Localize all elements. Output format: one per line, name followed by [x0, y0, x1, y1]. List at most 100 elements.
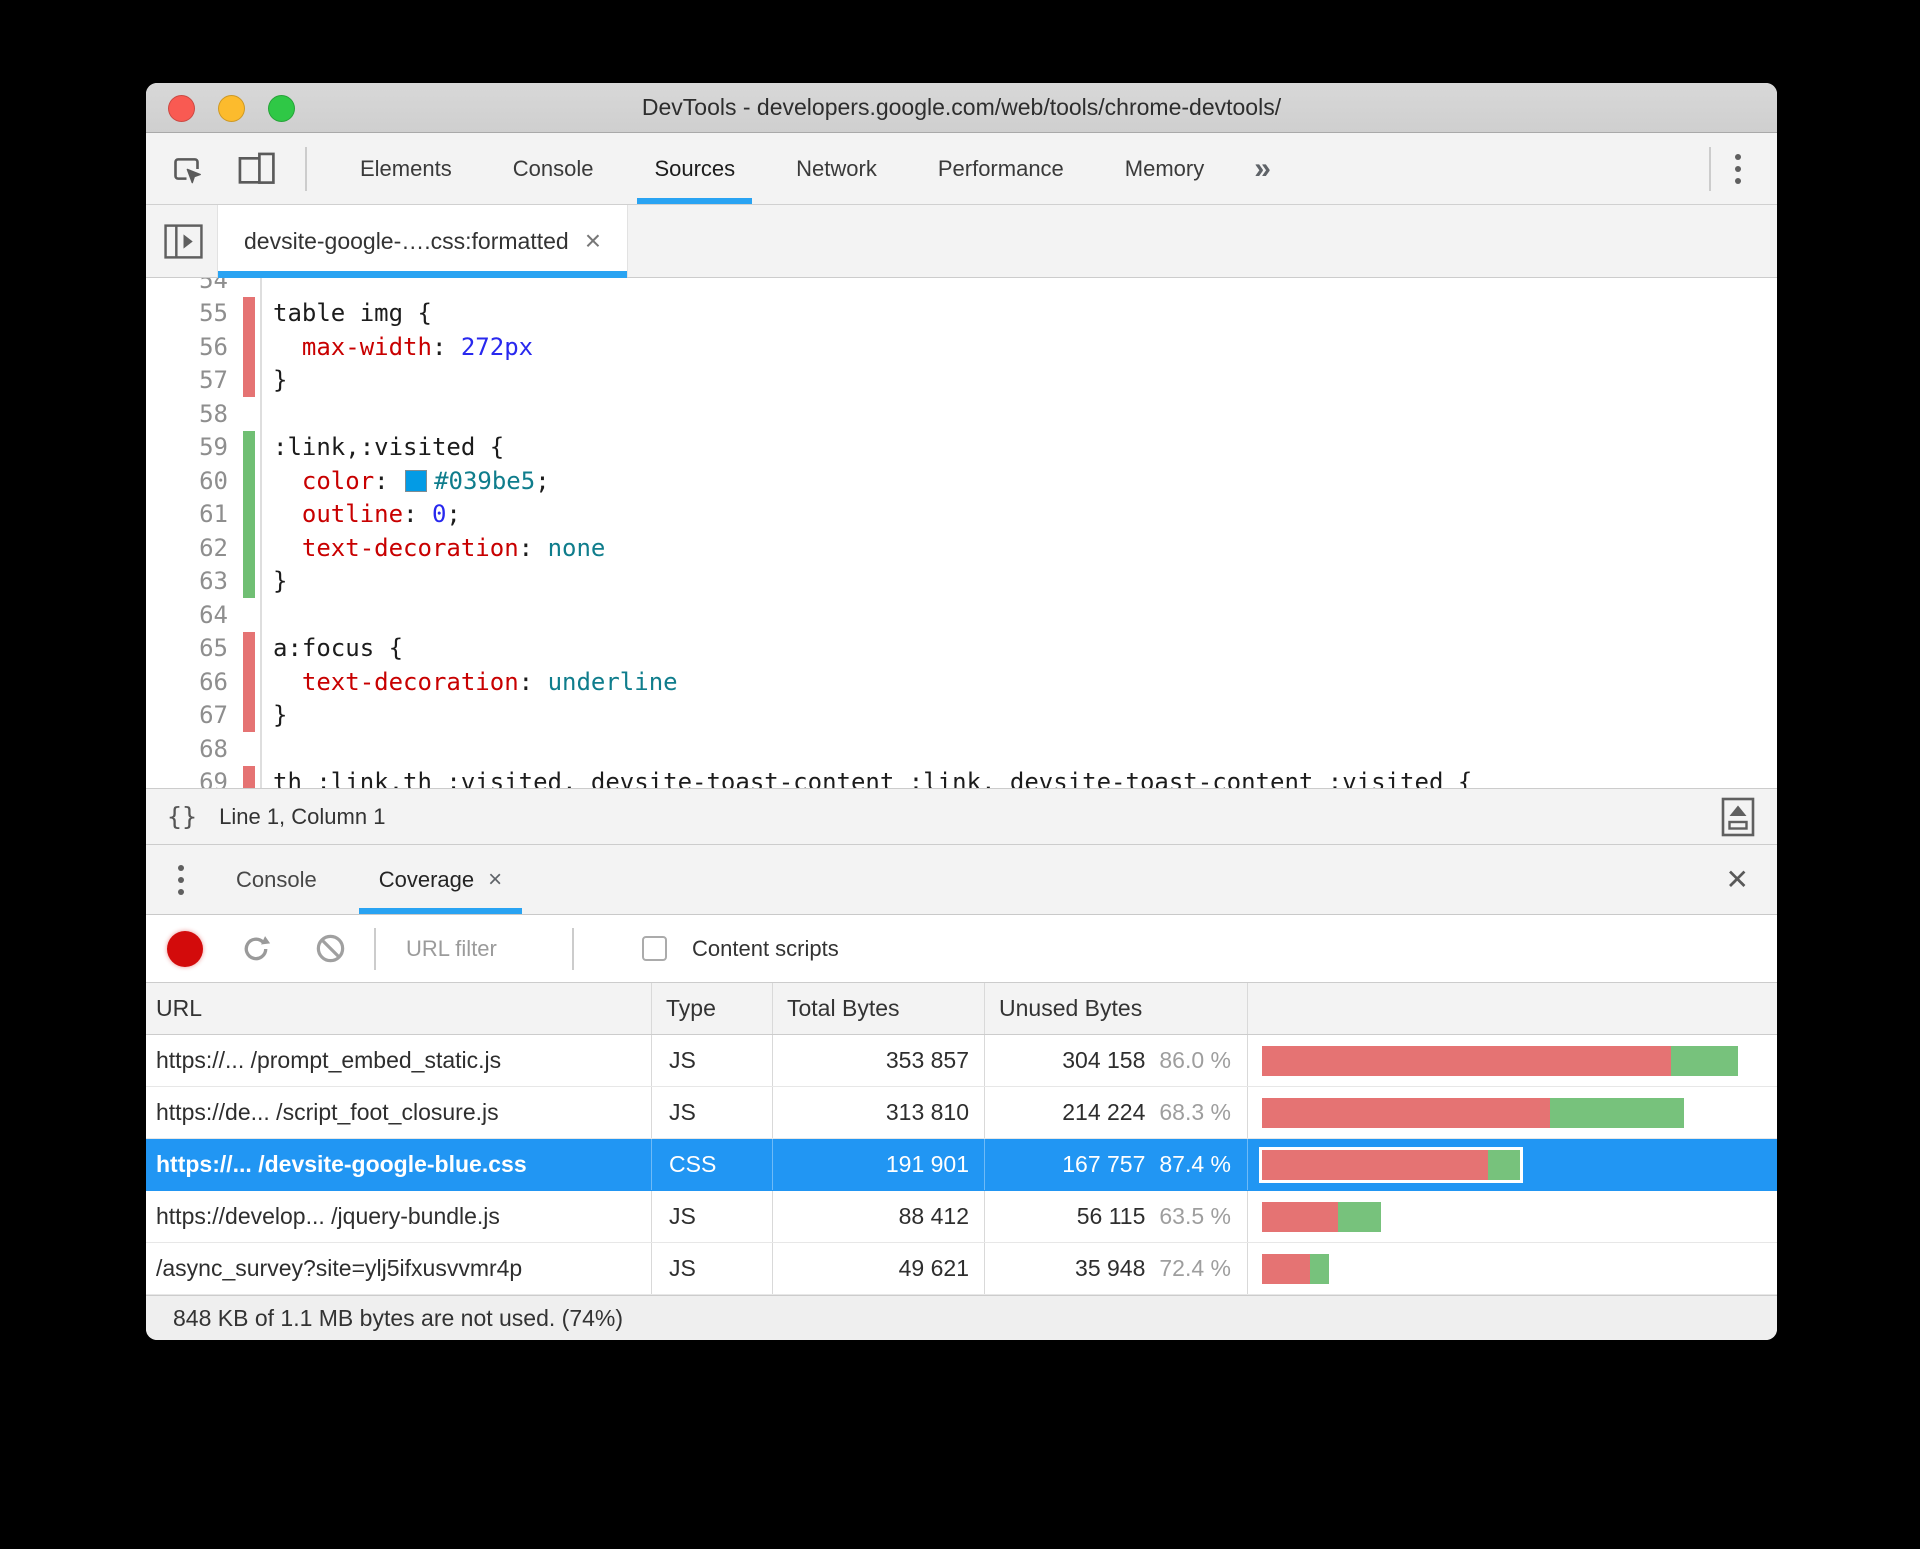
cell-total-bytes: 191 901 [773, 1139, 985, 1190]
unused-bar-segment [1262, 1097, 1551, 1128]
line-number[interactable]: 60 [146, 467, 228, 495]
cell-total-bytes: 49 621 [773, 1243, 985, 1294]
close-coverage-tab-icon[interactable]: × [488, 866, 502, 894]
line-number[interactable]: 63 [146, 567, 228, 595]
tab-console[interactable]: Console [496, 133, 611, 204]
line-number[interactable]: 62 [146, 534, 228, 562]
line-number[interactable]: 68 [146, 735, 228, 763]
coverage-row[interactable]: /async_survey?site=ylj5ifxusvvmr4p JS 49 6… [146, 1243, 1777, 1295]
coverage-summary-label: 848 KB of 1.1 MB bytes are not used. (74… [173, 1304, 624, 1331]
line-number[interactable]: 69 [146, 768, 228, 788]
cell-usage-bar [1248, 1191, 1777, 1242]
code-line: 65 a:focus { [146, 631, 1777, 665]
line-number[interactable]: 59 [146, 433, 228, 461]
coverage-marker-none [243, 278, 255, 297]
code-line: 62 text-decoration: none [146, 531, 1777, 565]
line-number[interactable]: 58 [146, 400, 228, 428]
clear-icon[interactable] [315, 933, 346, 964]
source-mapped-icon[interactable] [1721, 797, 1755, 837]
code-editor[interactable]: 54 55 table img {56 max-width: 272px 57} 58 5… [146, 278, 1777, 788]
line-number[interactable]: 66 [146, 668, 228, 696]
tab-sources[interactable]: Sources [637, 133, 752, 204]
drawer-tabbar: Console Coverage × ✕ [146, 845, 1777, 915]
line-number[interactable]: 67 [146, 701, 228, 729]
coverage-marker-red [243, 765, 255, 788]
close-file-tab-icon[interactable]: × [585, 227, 601, 255]
line-number[interactable]: 57 [146, 366, 228, 394]
cursor-position-label: Line 1, Column 1 [219, 803, 386, 829]
line-number[interactable]: 55 [146, 299, 228, 327]
code-token: outline [301, 500, 404, 529]
drawer-menu-icon[interactable] [172, 859, 190, 901]
code-token: table img { [273, 299, 432, 328]
code-token: underline [547, 667, 678, 696]
cell-total-bytes: 353 857 [773, 1035, 985, 1086]
color-swatch[interactable] [405, 469, 428, 492]
code-token: th :link,th :visited, devsite-toast-cont… [273, 768, 1473, 788]
coverage-row[interactable]: https://... /prompt_embed_static.js JS 353… [146, 1035, 1777, 1087]
code-token: none [547, 533, 606, 562]
coverage-marker-green [243, 464, 255, 498]
source-file-tab[interactable]: devsite-google-….css:formatted × [217, 205, 629, 278]
code-token: text-decoration [301, 667, 519, 696]
line-number[interactable]: 54 [146, 278, 228, 294]
minimize-window-button[interactable] [218, 94, 245, 122]
cell-type: JS [652, 1035, 773, 1086]
cell-usage-bar [1248, 1139, 1777, 1190]
code-token: text-decoration [301, 533, 519, 562]
coverage-marker-red [243, 296, 255, 330]
window-title: DevTools - developers.google.com/web/too… [641, 94, 1282, 120]
tab-elements[interactable]: Elements [343, 133, 469, 204]
coverage-marker-none [243, 732, 255, 766]
show-navigator-icon[interactable] [163, 221, 204, 262]
tab-console[interactable]: Console [216, 845, 337, 914]
pretty-print-icon[interactable]: {} [161, 800, 203, 833]
coverage-marker-red [243, 363, 255, 397]
coverage-marker-green [243, 430, 255, 464]
content-scripts-checkbox[interactable] [642, 936, 667, 961]
line-number[interactable]: 61 [146, 500, 228, 528]
coverage-table-body: https://... /prompt_embed_static.js JS 353… [146, 1035, 1777, 1295]
close-window-button[interactable] [168, 94, 195, 122]
code-token: ; [446, 500, 461, 529]
column-header-unused-bytes[interactable]: Unused Bytes [985, 983, 1248, 1034]
coverage-row[interactable]: https://... /devsite-google-blue.css CSS 1… [146, 1139, 1777, 1191]
line-number[interactable]: 56 [146, 333, 228, 361]
coverage-marker-none [243, 598, 255, 632]
coverage-row[interactable]: https://de... /script_foot_closure.js JS 3… [146, 1087, 1777, 1139]
tab-memory[interactable]: Memory [1108, 133, 1221, 204]
line-number[interactable]: 65 [146, 634, 228, 662]
device-toolbar-icon[interactable] [237, 151, 277, 187]
reload-icon[interactable] [240, 933, 272, 965]
cell-unused-bytes: 214 224 68.3 % [985, 1087, 1248, 1138]
code-line: 64 [146, 598, 1777, 632]
record-coverage-button[interactable] [167, 930, 203, 967]
close-drawer-icon[interactable]: ✕ [1698, 865, 1777, 894]
zoom-window-button[interactable] [268, 94, 295, 122]
line-number[interactable]: 64 [146, 601, 228, 629]
column-header-type[interactable]: Type [652, 983, 773, 1034]
tab-network[interactable]: Network [779, 133, 894, 204]
tab-performance[interactable]: Performance [921, 133, 1081, 204]
code-text [260, 732, 1777, 766]
more-panels-icon[interactable]: » [1254, 152, 1271, 186]
tab-coverage[interactable]: Coverage × [358, 845, 523, 914]
inspect-element-icon[interactable] [170, 152, 203, 186]
code-token: : [403, 500, 432, 529]
code-line: 54 [146, 278, 1777, 297]
column-header-total-bytes[interactable]: Total Bytes [773, 983, 985, 1034]
code-line: 57} [146, 363, 1777, 397]
cell-url: https://de... /script_foot_closure.js [146, 1087, 652, 1138]
code-token: 0 [431, 500, 447, 529]
unused-percent-value: 87.4 % [1159, 1151, 1231, 1177]
code-line: 69 th :link,th :visited, devsite-toast-co… [146, 765, 1777, 788]
code-line: 55 table img { [146, 296, 1777, 330]
code-line: 59:link,:visited { [146, 430, 1777, 464]
coverage-row[interactable]: https://develop... /jquery-bundle.js JS 88… [146, 1191, 1777, 1243]
column-header-url[interactable]: URL [146, 983, 652, 1034]
code-line: 66 text-decoration: underline [146, 665, 1777, 699]
devtools-menu-icon[interactable] [1729, 148, 1747, 190]
code-text: text-decoration: underline [260, 665, 1777, 699]
url-filter-input[interactable]: URL filter [406, 936, 572, 962]
cell-total-bytes: 88 412 [773, 1191, 985, 1242]
